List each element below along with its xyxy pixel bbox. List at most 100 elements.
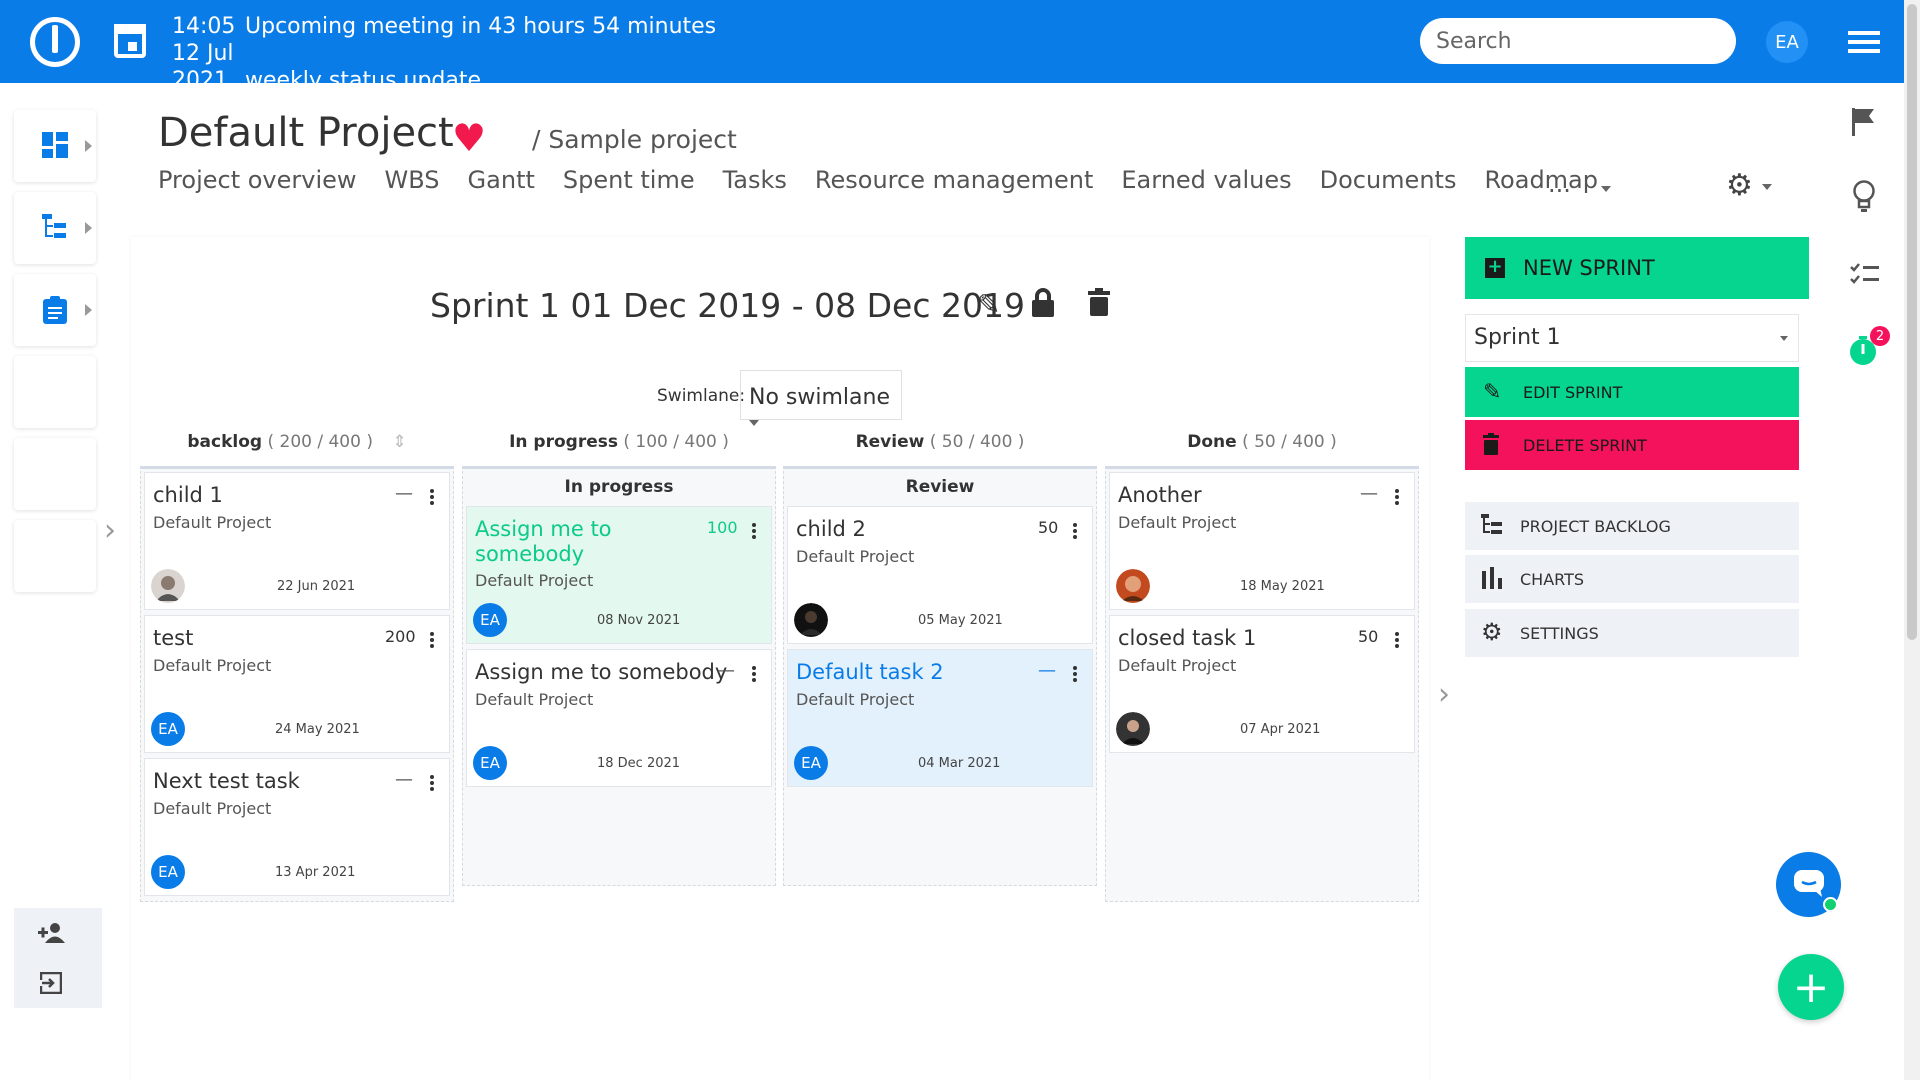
user-photo[interactable]: [794, 603, 828, 637]
project-title[interactable]: Default Project: [158, 110, 454, 156]
due-date: 07 Apr 2021: [1240, 722, 1321, 737]
task-name[interactable]: Assign me to somebody: [475, 660, 727, 685]
nav-resource-management[interactable]: Resource management: [815, 166, 1093, 194]
project-settings-menu[interactable]: ⚙: [1726, 168, 1773, 203]
assignee-avatar[interactable]: EA: [151, 712, 185, 746]
column-header-done[interactable]: Done ( 50 / 400 ): [1105, 432, 1419, 452]
story-points: 50: [1038, 518, 1059, 537]
clipboard-icon: [43, 296, 67, 324]
delete-sprint-button[interactable]: DELETE SPRINT: [1465, 420, 1799, 470]
task-card[interactable]: test 200 Default Project EA 24 May 2021: [144, 615, 450, 753]
nav-tasks[interactable]: Tasks: [723, 166, 787, 194]
expand-sidebar-icon[interactable]: ›: [104, 513, 116, 548]
card-menu-icon[interactable]: [1395, 632, 1399, 648]
timer-count-badge: 2: [1870, 326, 1890, 346]
card-menu-icon[interactable]: [430, 489, 434, 505]
new-sprint-button[interactable]: + NEW SPRINT: [1465, 237, 1809, 299]
meeting-time: 14:05: [172, 14, 236, 39]
tasks-shortcut[interactable]: [14, 274, 96, 346]
empty-shortcut[interactable]: [14, 520, 96, 592]
task-name[interactable]: child 2: [796, 517, 866, 542]
card-menu-icon[interactable]: [1395, 489, 1399, 505]
sort-icon[interactable]: ⇕: [392, 432, 406, 452]
sprint-title: Sprint 1 01 Dec 2019 - 08 Dec 2019: [430, 286, 1025, 325]
user-avatar[interactable]: EA: [1766, 21, 1808, 63]
task-name[interactable]: Default task 2: [796, 660, 944, 685]
task-card[interactable]: Default task 2 — Default Project EA 04 M…: [787, 649, 1093, 787]
edit-pencil-icon[interactable]: ✎: [977, 288, 1000, 321]
task-card[interactable]: child 2 50 Default Project 05 May 2021: [787, 506, 1093, 644]
user-photo[interactable]: [1116, 712, 1150, 746]
chevron-down-icon: [749, 420, 759, 426]
task-name[interactable]: Assign me to somebody: [475, 517, 675, 567]
collapse-panel-icon[interactable]: ›: [1438, 677, 1450, 712]
task-name[interactable]: Another: [1118, 483, 1202, 508]
empty-shortcut[interactable]: [14, 438, 96, 510]
column-header-review[interactable]: Review ( 50 / 400 ): [783, 432, 1097, 452]
calendar-icon[interactable]: [114, 24, 146, 58]
more-icon: ...: [1548, 170, 1571, 198]
task-name[interactable]: closed task 1: [1118, 626, 1256, 651]
task-card[interactable]: Next test task — Default Project EA 13 A…: [144, 758, 450, 896]
empty-shortcut[interactable]: [14, 356, 96, 428]
parent-project[interactable]: / Sample project: [532, 125, 737, 154]
swimlane-select[interactable]: No swimlane: [740, 370, 902, 426]
task-name[interactable]: test: [153, 626, 193, 651]
nav-earned-values[interactable]: Earned values: [1121, 166, 1291, 194]
column-count: ( 100 / 400 ): [623, 432, 729, 452]
assignee-avatar[interactable]: EA: [794, 746, 828, 780]
assignee-avatar[interactable]: EA: [473, 603, 507, 637]
charts-link[interactable]: CHARTS: [1465, 555, 1799, 603]
card-menu-icon[interactable]: [430, 632, 434, 648]
nav-project-overview[interactable]: Project overview: [158, 166, 357, 194]
menu-icon[interactable]: [1848, 31, 1880, 53]
nav-more-menu[interactable]: ...: [1548, 170, 1612, 198]
task-name[interactable]: Next test task: [153, 769, 300, 794]
plus-square-icon: +: [1485, 258, 1505, 278]
settings-link[interactable]: ⚙ SETTINGS: [1465, 609, 1799, 657]
column-header-backlog[interactable]: backlog ( 200 / 400 ) ⇕: [140, 432, 454, 452]
flag-icon[interactable]: [1852, 108, 1876, 136]
checklist-icon[interactable]: [1850, 262, 1880, 286]
favorite-heart-icon[interactable]: ♥: [452, 116, 486, 160]
trash-icon[interactable]: [1088, 288, 1111, 316]
task-card[interactable]: Another — Default Project 18 May 2021: [1109, 472, 1415, 610]
card-menu-icon[interactable]: [1073, 523, 1077, 539]
column-name: Review: [855, 432, 925, 452]
nav-documents[interactable]: Documents: [1320, 166, 1457, 194]
task-name[interactable]: child 1: [153, 483, 223, 508]
wbs-shortcut[interactable]: [14, 192, 96, 264]
assignee-avatar[interactable]: EA: [151, 855, 185, 889]
task-card[interactable]: closed task 1 50 Default Project 07 Apr …: [1109, 615, 1415, 753]
upcoming-meeting[interactable]: 14:05 Upcoming meeting in 43 hours 54 min…: [172, 13, 716, 94]
user-photo[interactable]: [151, 569, 185, 603]
swimlane-name: Review: [905, 477, 975, 497]
logout-icon[interactable]: [40, 972, 62, 994]
sprint-select[interactable]: Sprint 1: [1465, 314, 1799, 362]
scrollbar-thumb[interactable]: [1907, 4, 1917, 640]
project-backlog-link[interactable]: PROJECT BACKLOG: [1465, 502, 1799, 550]
task-card[interactable]: Assign me to somebody — Default Project …: [466, 649, 772, 787]
nav-wbs[interactable]: WBS: [385, 166, 440, 194]
assignee-avatar[interactable]: EA: [473, 746, 507, 780]
column-header-in-progress[interactable]: In progress ( 100 / 400 ): [462, 432, 776, 452]
task-card[interactable]: child 1 — Default Project 22 Jun 2021: [144, 472, 450, 610]
card-menu-icon[interactable]: [752, 523, 756, 539]
add-fab-button[interactable]: +: [1778, 954, 1844, 1020]
task-card[interactable]: Assign me to somebody 100 Default Projec…: [466, 506, 772, 644]
lightbulb-icon[interactable]: [1852, 180, 1876, 214]
card-menu-icon[interactable]: [752, 666, 756, 682]
app-logo-icon[interactable]: [30, 17, 80, 67]
search-input[interactable]: [1420, 18, 1736, 64]
dashboard-shortcut[interactable]: [14, 110, 96, 182]
add-user-icon[interactable]: [38, 922, 66, 944]
edit-sprint-button[interactable]: ✎ EDIT SPRINT: [1465, 367, 1799, 417]
trash-icon: [1483, 433, 1499, 455]
user-photo[interactable]: [1116, 569, 1150, 603]
card-menu-icon[interactable]: [430, 775, 434, 791]
card-menu-icon[interactable]: [1073, 666, 1077, 682]
due-date: 13 Apr 2021: [275, 865, 356, 880]
lock-icon[interactable]: [1030, 288, 1056, 318]
nav-gantt[interactable]: Gantt: [468, 166, 535, 194]
nav-spent-time[interactable]: Spent time: [563, 166, 695, 194]
